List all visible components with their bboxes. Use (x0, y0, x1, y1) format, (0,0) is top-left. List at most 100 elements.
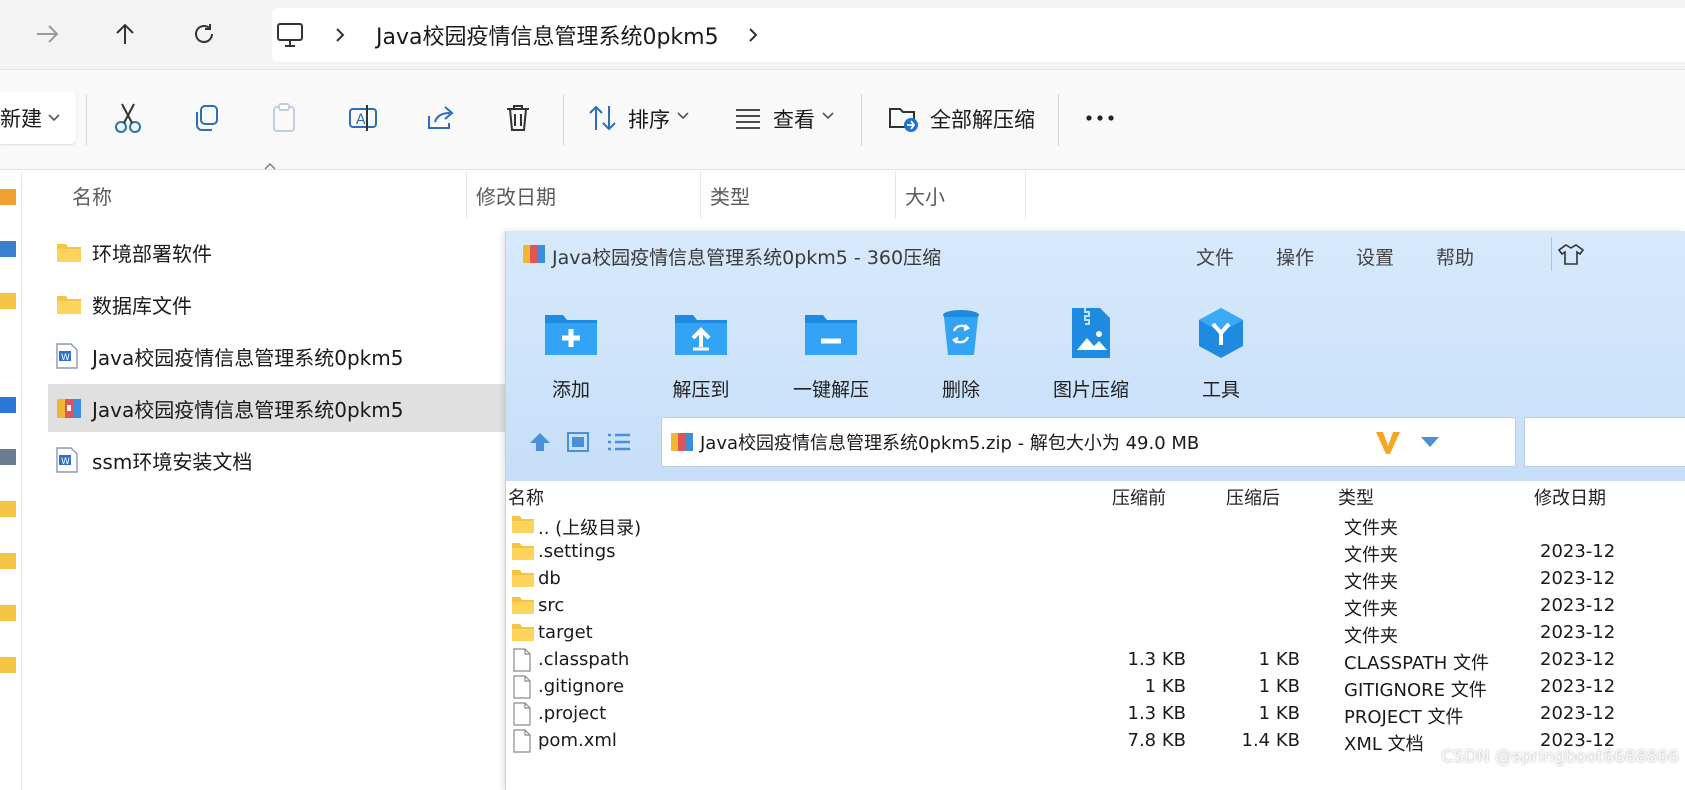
computer-icon (277, 23, 303, 47)
archive-search-input[interactable] (1524, 417, 1685, 467)
file-row-selected[interactable]: Java校园疫情信息管理系统0pkm5 (48, 384, 506, 432)
skin-shirt-icon[interactable] (1558, 243, 1584, 265)
divider (1551, 237, 1552, 271)
new-button[interactable]: 新建 (0, 92, 76, 144)
clipboard-icon (273, 103, 295, 132)
extract-to-button[interactable]: 解压到 (646, 303, 756, 413)
column-header-size[interactable]: 大小 (905, 171, 945, 219)
image-compress-button[interactable]: 图片压缩 (1036, 303, 1146, 413)
rename-button[interactable]: A (345, 100, 381, 136)
file-icon (511, 702, 535, 726)
folder-icon[interactable] (0, 657, 16, 673)
share-button[interactable] (423, 100, 459, 136)
delete-archive-label: 删除 (941, 379, 980, 401)
zip-column-type[interactable]: 类型 (1338, 484, 1374, 510)
refresh-button[interactable] (182, 14, 226, 54)
archive-item-modified: 2023-12 (1540, 649, 1616, 670)
menu-settings[interactable]: 设置 (1356, 243, 1394, 270)
extract-all-label[interactable]: 全部解压缩 (930, 104, 1035, 134)
file-row[interactable]: 环境部署软件 (48, 228, 506, 276)
folder-icon (56, 240, 82, 264)
column-header-type[interactable]: 类型 (710, 171, 750, 219)
cut-button[interactable] (110, 100, 146, 136)
archive-item-modified: 2023-12 (1540, 676, 1616, 697)
menu-operate[interactable]: 操作 (1276, 243, 1314, 270)
menu-help[interactable]: 帮助 (1436, 243, 1474, 270)
folder-icon[interactable] (0, 605, 16, 621)
copy-button[interactable] (188, 100, 224, 136)
archive-item-modified: 2023-12 (1540, 622, 1616, 643)
zip-archive-icon (56, 396, 82, 420)
delete-button[interactable] (500, 100, 536, 136)
column-header-modified[interactable]: 修改日期 (476, 171, 556, 219)
one-click-extract-button[interactable]: 一键解压 (776, 303, 886, 413)
folder-icon (511, 567, 535, 591)
recycle-bin-icon (931, 303, 991, 363)
list-view-icon[interactable] (606, 431, 632, 453)
zip-column-name[interactable]: 名称 (508, 484, 544, 510)
archive-item-size-after: 1 KB (1258, 649, 1300, 670)
file-row[interactable]: 数据库文件 (48, 280, 506, 328)
dropdown-arrow-icon[interactable] (1420, 436, 1440, 448)
archive-row[interactable]: .classpath 1.3 KB 1 KB CLASSPATH 文件 2023-12 (506, 646, 1685, 675)
view-button[interactable] (730, 100, 766, 136)
tools-label: 工具 (1201, 379, 1240, 401)
add-label: 添加 (551, 379, 590, 401)
breadcrumb-item[interactable]: Java校园疫情信息管理系统0pkm5 (376, 19, 719, 51)
sort-label[interactable]: 排序 (628, 104, 670, 134)
file-row[interactable]: W ssm环境安装文档 (48, 436, 506, 484)
copy-icon (196, 105, 218, 131)
archive-row[interactable]: db 文件夹 2023-12 (506, 565, 1685, 594)
divider (86, 94, 87, 146)
zip-window[interactable]: Java校园疫情信息管理系统0pkm5 - 360压缩 文件 操作 设置 帮助 … (505, 231, 1685, 790)
menu-file[interactable]: 文件 (1196, 243, 1234, 270)
gallery-icon[interactable] (0, 241, 16, 257)
forward-button[interactable] (26, 14, 70, 54)
paste-button[interactable] (267, 100, 303, 136)
archive-row[interactable]: target 文件夹 2023-12 (506, 619, 1685, 648)
sort-button[interactable] (585, 100, 621, 136)
archive-path-field[interactable]: Java校园疫情信息管理系统0pkm5.zip - 解包大小为 49.0 MB (661, 417, 1516, 467)
breadcrumb[interactable]: Java校园疫情信息管理系统0pkm5 (272, 8, 1685, 62)
documents-icon[interactable] (0, 449, 16, 465)
delete-archive-button[interactable]: 删除 (906, 303, 1016, 413)
tools-cube-icon (1191, 303, 1251, 363)
zip-column-after[interactable]: 压缩后 (1226, 484, 1280, 510)
up-button[interactable] (103, 14, 147, 54)
folder-icon[interactable] (0, 553, 16, 569)
home-icon[interactable] (0, 189, 16, 205)
archive-row[interactable]: .settings 文件夹 2023-12 (506, 538, 1685, 567)
tools-button[interactable]: 工具 (1166, 303, 1276, 413)
archive-row[interactable]: .gitignore 1 KB 1 KB GITIGNORE 文件 2023-12 (506, 673, 1685, 702)
zip-column-modified[interactable]: 修改日期 (1534, 484, 1606, 510)
divider (861, 94, 862, 146)
extract-all-button[interactable] (886, 100, 922, 136)
scissors-icon (115, 103, 141, 133)
new-label: 新建 (0, 107, 42, 131)
navigation-pane[interactable] (0, 171, 22, 790)
folder-icon[interactable] (0, 293, 16, 309)
column-header-name[interactable]: 名称 (72, 171, 112, 219)
more-button[interactable] (1082, 100, 1118, 136)
file-name: Java校园疫情信息管理系统0pkm5 (92, 345, 404, 370)
archive-row[interactable]: src 文件夹 2023-12 (506, 592, 1685, 621)
trash-icon (507, 105, 529, 131)
word-doc-icon: W (56, 343, 82, 369)
v-logo-icon[interactable] (1374, 428, 1402, 456)
archive-row[interactable]: .. (上级目录) 文件夹 (506, 511, 1685, 540)
zip-window-title: Java校园疫情信息管理系统0pkm5 - 360压缩 (552, 247, 942, 269)
add-button[interactable]: 添加 (516, 303, 626, 413)
divider (895, 171, 896, 219)
up-arrow-icon[interactable] (528, 431, 552, 453)
thumbnail-view-icon[interactable] (566, 431, 590, 453)
file-name: ssm环境安装文档 (92, 449, 253, 474)
folder-icon[interactable] (0, 501, 16, 517)
archive-item-name: src (538, 595, 565, 616)
archive-row[interactable]: .project 1.3 KB 1 KB PROJECT 文件 2023-12 (506, 700, 1685, 729)
list-lines-icon (736, 109, 760, 129)
divider (563, 94, 564, 146)
view-label[interactable]: 查看 (773, 104, 815, 134)
desktop-icon[interactable] (0, 397, 16, 413)
zip-column-before[interactable]: 压缩前 (1112, 484, 1166, 510)
file-row[interactable]: W Java校园疫情信息管理系统0pkm5 (48, 332, 506, 380)
